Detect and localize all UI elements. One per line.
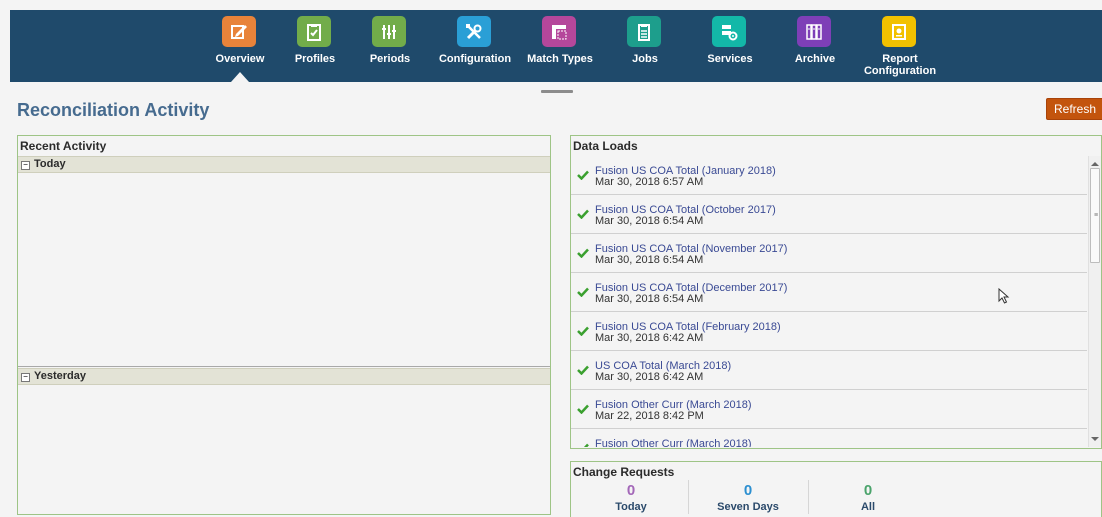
overview-icon: [222, 16, 256, 47]
check-icon: [577, 209, 589, 219]
recent-activity-title: Recent Activity: [20, 139, 107, 153]
list-item[interactable]: Fusion US COA Total (January 2018) Mar 3…: [571, 156, 1087, 195]
services-icon: [712, 16, 746, 47]
list-item[interactable]: US COA Total (March 2018) Mar 30, 2018 6…: [571, 351, 1087, 390]
refresh-button[interactable]: Refresh: [1046, 98, 1102, 120]
active-tab-indicator: [231, 72, 249, 82]
list-item[interactable]: Fusion US COA Total (October 2017) Mar 3…: [571, 195, 1087, 234]
scroll-up-arrow-icon[interactable]: [1091, 162, 1099, 166]
nav-label-report-configuration: Report Configuration: [863, 53, 937, 77]
list-item[interactable]: Fusion Other Curr (March 2018) Mar 22, 2…: [571, 390, 1087, 429]
stat-label: Seven Days: [717, 501, 779, 513]
top-navigation-bar: Overview Profiles Periods Configuration …: [10, 10, 1102, 82]
check-icon: [577, 404, 589, 414]
drag-handle[interactable]: [541, 90, 573, 93]
tools-icon: [457, 16, 491, 47]
nav-label-match-types: Match Types: [527, 53, 593, 65]
nav-jobs[interactable]: Jobs: [610, 10, 680, 82]
check-icon: [577, 287, 589, 297]
jobs-icon: [627, 16, 661, 47]
data-load-date: Mar 30, 2018 6:54 AM: [595, 215, 704, 227]
scroll-down-arrow-icon[interactable]: [1091, 437, 1099, 441]
match-types-icon: [542, 16, 576, 47]
mouse-pointer-icon: [998, 288, 1010, 304]
stat-count[interactable]: 0: [571, 482, 691, 499]
group-label-yesterday: Yesterday: [34, 370, 86, 382]
vertical-scrollbar[interactable]: ≡: [1088, 156, 1101, 447]
nav-label-archive: Archive: [794, 53, 836, 65]
page-title: Reconciliation Activity: [17, 100, 210, 120]
nav-services[interactable]: Services: [695, 10, 765, 82]
list-item[interactable]: Fusion US COA Total (February 2018) Mar …: [571, 312, 1087, 351]
nav-match-types[interactable]: Match Types: [525, 10, 595, 82]
stat-today[interactable]: 0 Today: [571, 482, 691, 514]
grip-icon: ≡: [1094, 212, 1099, 219]
stat-seven-days[interactable]: 0 Seven Days: [688, 482, 808, 514]
data-loads-panel: Data Loads Fusion US COA Total (January …: [570, 135, 1102, 449]
list-item[interactable]: Fusion Other Curr (March 2018): [571, 429, 1087, 447]
today-activity-list: [18, 173, 550, 367]
check-icon: [577, 326, 589, 336]
check-icon: [577, 248, 589, 258]
nav-overview[interactable]: Overview: [205, 10, 275, 82]
data-loads-title: Data Loads: [573, 139, 638, 153]
nav-profiles[interactable]: Profiles: [280, 10, 350, 82]
stat-count[interactable]: 0: [688, 482, 808, 499]
data-load-date: Mar 30, 2018 6:54 AM: [595, 254, 704, 266]
nav-label-configuration: Configuration: [438, 53, 512, 65]
yesterday-activity-list: [18, 385, 550, 512]
check-icon: [577, 365, 589, 375]
data-load-name[interactable]: Fusion Other Curr (March 2018): [595, 438, 752, 447]
nav-label-periods: Periods: [369, 53, 411, 65]
check-icon: [583, 443, 589, 447]
collapse-icon[interactable]: −: [21, 161, 30, 170]
nav-periods[interactable]: Periods: [355, 10, 425, 82]
group-label-today: Today: [34, 158, 66, 170]
stat-all[interactable]: 0 All: [808, 482, 928, 514]
data-load-date: Mar 22, 2018 8:42 PM: [595, 410, 704, 422]
list-item[interactable]: Fusion US COA Total (November 2017) Mar …: [571, 234, 1087, 273]
change-requests-title: Change Requests: [573, 465, 675, 479]
nav-label-jobs: Jobs: [632, 53, 658, 65]
stat-count[interactable]: 0: [808, 482, 928, 499]
data-load-date: Mar 30, 2018 6:42 AM: [595, 332, 704, 344]
stat-label: All: [860, 501, 876, 513]
profiles-icon: [297, 16, 331, 47]
report-configuration-icon: [882, 16, 916, 47]
scroll-thumb[interactable]: ≡: [1090, 168, 1100, 263]
stat-label: Today: [615, 501, 647, 513]
data-load-date: Mar 30, 2018 6:57 AM: [595, 176, 704, 188]
check-icon: [577, 170, 589, 180]
collapse-icon[interactable]: −: [21, 373, 30, 382]
periods-icon: [372, 16, 406, 47]
data-load-date: Mar 30, 2018 6:54 AM: [595, 293, 704, 305]
data-load-date: Mar 30, 2018 6:42 AM: [595, 371, 704, 383]
nav-archive[interactable]: Archive: [780, 10, 850, 82]
nav-report-configuration[interactable]: Report Configuration: [864, 10, 936, 82]
recent-activity-panel: Recent Activity − Today − Yesterday: [17, 135, 551, 515]
group-header-today[interactable]: − Today: [18, 156, 550, 173]
change-requests-panel: Change Requests 0 Today 0 Seven Days 0 A…: [570, 461, 1102, 517]
nav-configuration[interactable]: Configuration: [439, 10, 511, 82]
nav-label-services: Services: [707, 53, 753, 65]
group-header-yesterday[interactable]: − Yesterday: [18, 368, 550, 385]
archive-icon: [797, 16, 831, 47]
